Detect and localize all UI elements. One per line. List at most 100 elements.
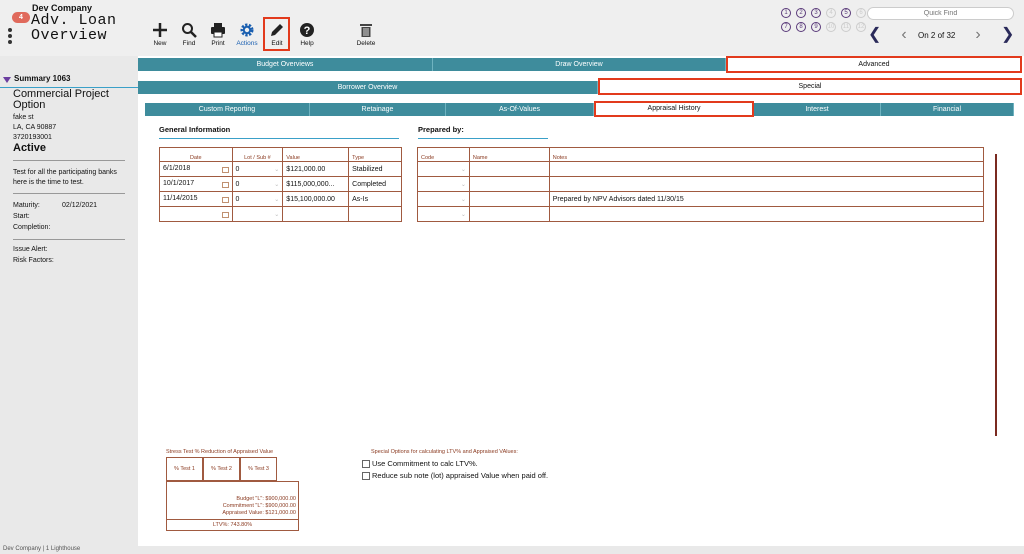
table-row: 11/14/2015 0 ⌄ $15,100,000.00 As-Is <box>159 191 402 207</box>
sidebar-note: Test for all the participating banks her… <box>13 169 117 186</box>
calendar-icon[interactable] <box>221 212 229 218</box>
advanced-highlight <box>726 56 1022 73</box>
notes-field[interactable] <box>548 206 985 222</box>
value-field[interactable]: $115,000,000... <box>282 176 350 192</box>
value-field[interactable]: $121,000.00 <box>282 161 350 177</box>
calendar-icon[interactable] <box>221 167 229 173</box>
reduce-sub-note-option[interactable]: Reduce sub note (lot) appraised Value wh… <box>362 471 548 481</box>
divider <box>166 519 299 520</box>
code-select[interactable]: ⌄ <box>417 176 470 192</box>
nav-record-6[interactable]: 6 <box>856 8 866 18</box>
use-commitment-option[interactable]: Use Commitment to calc LTV%. <box>362 459 478 469</box>
status-badge: Active <box>13 142 47 154</box>
nav-record-7[interactable]: 7 <box>781 22 791 32</box>
stress-test-1-field[interactable]: % Test 1 <box>166 457 203 481</box>
nav-record-4[interactable]: 4 <box>826 8 836 18</box>
date-field[interactable]: 11/14/2015 <box>159 191 233 207</box>
next-record-icon[interactable]: › <box>972 27 984 43</box>
nav-record-10[interactable]: 10 <box>826 22 836 32</box>
tab-budget-overviews[interactable]: Budget Overviews <box>138 58 433 71</box>
name-field[interactable] <box>468 161 550 177</box>
date-field[interactable]: 10/1/2017 <box>159 176 233 192</box>
code-select[interactable]: ⌄ <box>417 161 470 177</box>
divider <box>13 193 125 194</box>
tab-custom-reporting[interactable]: Custom Reporting <box>145 103 310 116</box>
use-commitment-checkbox[interactable] <box>362 460 370 469</box>
column-header: Date <box>159 147 233 162</box>
nav-record-5[interactable]: 5 <box>841 8 851 18</box>
value-field[interactable]: $15,100,000.00 <box>282 191 350 207</box>
nav-record-9[interactable]: 9 <box>811 22 821 32</box>
tab-financial[interactable]: Financial <box>881 103 1014 116</box>
gear-icon <box>240 23 254 37</box>
vertical-scrollbar[interactable] <box>995 154 997 436</box>
stress-test-2-field[interactable]: % Test 2 <box>203 457 240 481</box>
type-field[interactable]: Completed <box>348 176 402 192</box>
chevron-down-icon[interactable]: ⌄ <box>461 196 466 203</box>
address-line-2: LA, CA 90887 <box>13 124 57 131</box>
type-field[interactable] <box>348 206 402 222</box>
delete-button[interactable]: Delete <box>348 22 384 47</box>
previous-record-icon[interactable]: ‹ <box>898 27 910 43</box>
chevron-down-icon[interactable]: ⌄ <box>274 166 279 173</box>
reduce-sub-note-checkbox[interactable] <box>362 472 370 481</box>
last-record-icon[interactable]: ❯ <box>1001 27 1014 43</box>
name-field[interactable] <box>468 176 550 192</box>
tab-draw-overview[interactable]: Draw Overview <box>433 58 726 71</box>
nav-record-3[interactable]: 3 <box>811 8 821 18</box>
footer: Dev Company | 1 Lighthouse <box>0 546 1024 554</box>
stress-test-3-field[interactable]: % Test 3 <box>240 457 277 481</box>
lot-select[interactable]: 0 ⌄ <box>231 176 284 192</box>
code-select[interactable]: ⌄ <box>417 206 470 222</box>
type-field[interactable]: As-Is <box>348 191 402 207</box>
value-field[interactable] <box>282 206 350 222</box>
chevron-down-icon[interactable]: ⌄ <box>274 181 279 188</box>
column-header: Lot / Sub # <box>231 147 284 162</box>
notification-badge[interactable]: 4 <box>12 12 30 23</box>
nav-record-2[interactable]: 2 <box>796 8 806 18</box>
nav-record-11[interactable]: 11 <box>841 22 851 32</box>
calendar-icon[interactable] <box>221 197 229 203</box>
start-label: Start: <box>13 213 30 220</box>
quick-find-input[interactable] <box>867 7 1014 20</box>
tab-as-of-values[interactable]: As-Of-Values <box>446 103 594 116</box>
maturity-value: 02/12/2021 <box>62 202 98 209</box>
tab-retainage[interactable]: Retainage <box>310 103 446 116</box>
name-field[interactable] <box>468 206 550 222</box>
completion-label: Completion: <box>13 224 51 231</box>
date-field[interactable]: 6/1/2018 <box>159 161 233 177</box>
chevron-down-icon[interactable]: ⌄ <box>274 211 279 218</box>
tab-borrower-overview[interactable]: Borrower Overview <box>138 81 598 94</box>
trash-icon <box>360 24 372 37</box>
lot-select[interactable]: 0 ⌄ <box>231 161 284 177</box>
nav-record-8[interactable]: 8 <box>796 22 806 32</box>
code-select[interactable]: ⌄ <box>417 191 470 207</box>
summary-header[interactable]: Summary 1063 <box>0 73 138 88</box>
table-row: ⌄ <box>417 161 985 177</box>
tab-interest[interactable]: Interest <box>754 103 881 116</box>
chevron-down-icon[interactable]: ⌄ <box>461 181 466 188</box>
more-menu-icon[interactable] <box>8 28 14 44</box>
nav-record-1[interactable]: 1 <box>781 8 791 18</box>
stress-test-title: Stress Test % Reduction of Appraised Val… <box>166 449 274 455</box>
first-record-icon[interactable]: ❮ <box>868 27 881 43</box>
calendar-icon[interactable] <box>221 182 229 188</box>
date-field[interactable] <box>159 206 233 222</box>
chevron-down-icon[interactable]: ⌄ <box>461 166 466 173</box>
notes-field[interactable]: Prepared by NPV Advisors dated 11/30/15 <box>548 191 985 207</box>
chevron-down-icon[interactable]: ⌄ <box>461 211 466 218</box>
name-field[interactable] <box>468 191 550 207</box>
notes-field[interactable] <box>548 176 985 192</box>
notes-field[interactable] <box>548 161 985 177</box>
lot-select[interactable]: 0 ⌄ <box>231 191 284 207</box>
column-header: Type <box>348 147 402 162</box>
lot-select[interactable]: ⌄ <box>231 206 284 222</box>
column-header: Notes <box>548 147 985 162</box>
type-field[interactable]: Stabilized <box>348 161 402 177</box>
ltv-value: LTV%: 743.80% <box>212 522 253 528</box>
budget-value: Budget "L": $900,000.00 <box>236 496 296 502</box>
help-button[interactable]: ? Help <box>289 22 325 47</box>
edit-highlight <box>263 17 290 51</box>
nav-record-12[interactable]: 12 <box>856 22 866 32</box>
chevron-down-icon[interactable]: ⌄ <box>274 196 279 203</box>
